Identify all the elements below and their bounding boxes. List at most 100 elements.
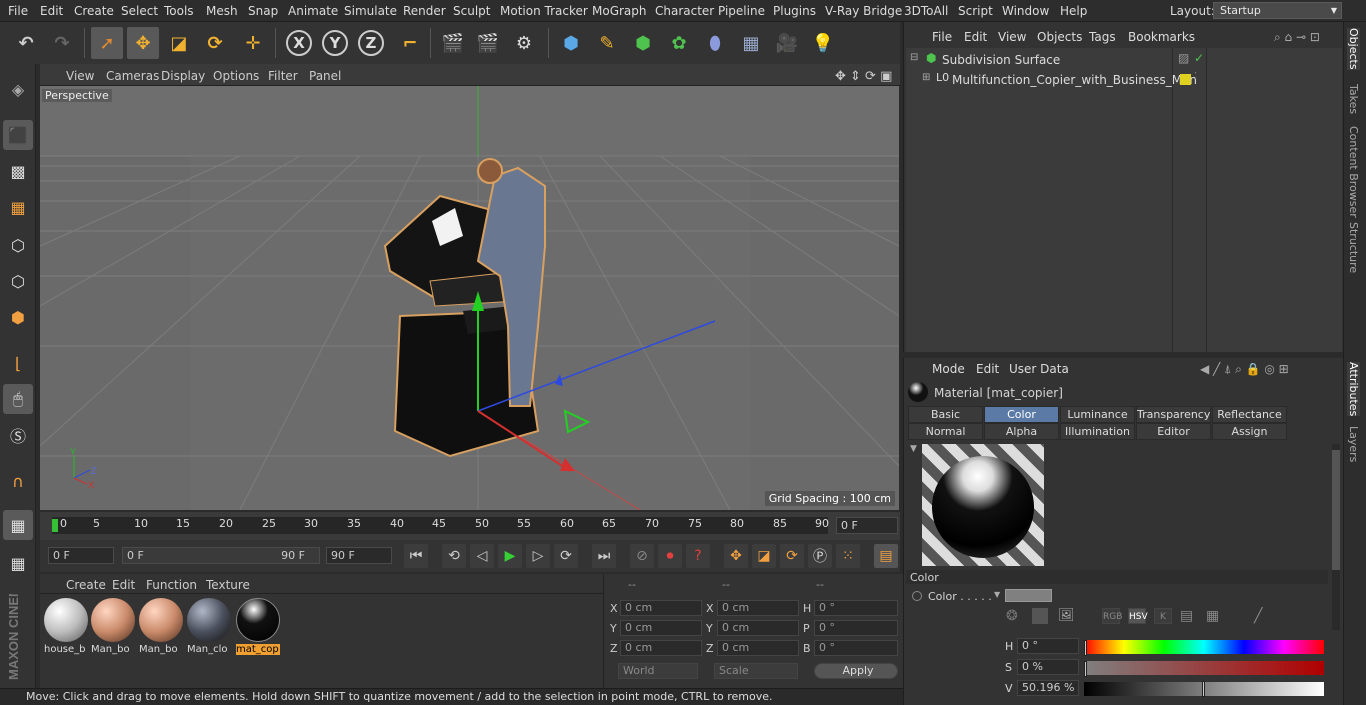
timeline-playhead[interactable] <box>52 519 58 532</box>
material-swatch-selected[interactable]: mat_cop <box>236 598 280 656</box>
tweak-mode-icon[interactable]: 🖱 <box>3 384 33 414</box>
material-menu-edit[interactable]: Edit <box>112 578 135 592</box>
material-swatch[interactable]: Man_bo <box>91 598 135 656</box>
viewport-menu-cameras[interactable]: Cameras <box>106 69 159 83</box>
cube-primitive-icon[interactable]: ⬢ <box>555 27 587 59</box>
rotate-tool-icon[interactable]: ⟳ <box>199 27 231 59</box>
x-axis-lock-button[interactable]: X <box>286 30 312 56</box>
timeline-ruler[interactable]: 0 5 10 15 20 25 30 35 40 45 50 55 60 65 … <box>40 512 900 540</box>
dock-tab-takes[interactable]: Takes <box>1347 84 1360 114</box>
color-mixer-icon[interactable]: ▤ <box>1180 608 1193 624</box>
end-frame-field[interactable]: 90 F <box>326 547 392 564</box>
coordinate-system-icon[interactable]: ⌐ <box>394 27 426 59</box>
dock-tab-objects[interactable]: Objects <box>1347 28 1360 70</box>
key-rotation-icon[interactable]: ⟳ <box>780 544 804 568</box>
undo-icon[interactable]: ↶ <box>10 27 42 59</box>
size-y-field[interactable]: 0 cm <box>717 620 799 636</box>
render-picture-viewer-icon[interactable]: 🎬 <box>472 27 504 59</box>
tab-alpha[interactable]: Alpha <box>984 423 1059 440</box>
color-swatch[interactable] <box>1005 589 1052 602</box>
object-row[interactable]: ⊞ L0 Multifunction_Copier_with_Business_… <box>906 70 1342 90</box>
object-visibility-icon[interactable]: ▨ <box>1178 51 1189 65</box>
tab-transparency[interactable]: Transparency <box>1136 406 1211 423</box>
key-point-level-icon[interactable]: ⁙ <box>836 544 860 568</box>
swatches-icon[interactable]: ▦ <box>1206 608 1219 624</box>
cloner-icon[interactable]: ✿ <box>663 27 695 59</box>
menu-plugins[interactable]: Plugins <box>773 4 816 18</box>
material-menu-create[interactable]: Create <box>66 578 106 592</box>
previous-frame-icon[interactable]: ◁ <box>470 544 494 568</box>
menu-mesh[interactable]: Mesh <box>206 4 238 18</box>
object-menu-bookmarks[interactable]: Bookmarks <box>1128 30 1195 44</box>
snap-icon[interactable]: Ⓢ <box>3 420 33 450</box>
position-x-field[interactable]: 0 cm <box>620 600 702 616</box>
axis-mode-icon[interactable]: ⌊ <box>3 348 33 378</box>
viewport-menu-options[interactable]: Options <box>213 69 259 83</box>
menu-snap[interactable]: Snap <box>248 4 278 18</box>
menu-script[interactable]: Script <box>958 4 993 18</box>
material-preview-large[interactable] <box>922 444 1044 566</box>
rgb-button[interactable]: RGB <box>1102 608 1122 624</box>
saturation-field[interactable]: 0 % <box>1017 659 1079 675</box>
attr-scrollbar[interactable] <box>1332 444 1340 630</box>
hue-slider-knob[interactable] <box>1084 640 1087 656</box>
light-icon[interactable]: 💡 <box>807 27 839 59</box>
layout-dropdown[interactable]: Startup ▼ <box>1213 2 1342 19</box>
key-parameter-icon[interactable]: Ⓟ <box>808 544 832 568</box>
menu-motion-tracker[interactable]: Motion Tracker <box>500 4 588 18</box>
material-swatch[interactable]: Man_clo <box>187 598 231 656</box>
layer-color-swatch[interactable] <box>1180 74 1191 85</box>
rotation-p-field[interactable]: 0 ° <box>814 620 898 636</box>
enabled-check-icon[interactable]: ✓ <box>1194 51 1204 65</box>
eyedropper-icon[interactable]: ╱ <box>1254 608 1262 624</box>
viewport-menu-filter[interactable]: Filter <box>268 69 298 83</box>
timeline-track[interactable]: 0 5 10 15 20 25 30 35 40 45 50 55 60 65 … <box>52 517 829 534</box>
viewport-menu-view[interactable]: View <box>66 69 94 83</box>
tab-assign[interactable]: Assign <box>1212 423 1287 440</box>
attr-menu-mode[interactable]: Mode <box>932 362 965 376</box>
workplane-grid-icon[interactable]: ▦ <box>3 510 33 540</box>
menu-vray-bridge[interactable]: V-Ray Bridge <box>825 4 902 18</box>
viewport-nav-icons[interactable]: ✥ ⇕ ⟳ ▣ <box>835 69 892 84</box>
pen-spline-icon[interactable]: ✎ <box>591 27 623 59</box>
menu-create[interactable]: Create <box>74 4 114 18</box>
timeline-window-icon[interactable]: ▤ <box>874 544 898 568</box>
go-to-start-icon[interactable]: ⏮ <box>404 544 428 568</box>
edges-mode-icon[interactable]: ⬡ <box>3 266 33 296</box>
viewport-menu-display[interactable]: Display <box>161 69 205 83</box>
polygons-mode-icon[interactable]: ⬢ <box>3 302 33 332</box>
autokey-icon[interactable]: ⏺ <box>658 544 682 568</box>
perspective-viewport[interactable]: Y Z X Perspective Grid Spacing : 100 cm <box>40 86 899 510</box>
dock-tab-content-browser[interactable]: Content Browser <box>1347 126 1360 218</box>
keyframe-selection-icon[interactable]: ? <box>686 544 710 568</box>
material-menu-texture[interactable]: Texture <box>206 578 250 592</box>
workplane-icon[interactable]: ▦ <box>3 192 33 222</box>
object-menu-edit[interactable]: Edit <box>964 30 987 44</box>
go-to-end-icon[interactable]: ⏭ <box>592 544 616 568</box>
position-y-field[interactable]: 0 cm <box>620 620 702 636</box>
object-menu-file[interactable]: File <box>932 30 952 44</box>
dock-tab-attributes[interactable]: Attributes <box>1347 362 1360 417</box>
apply-button[interactable]: Apply <box>814 663 898 679</box>
menu-edit[interactable]: Edit <box>40 4 63 18</box>
model-mode-icon[interactable]: ⬛ <box>3 120 33 150</box>
camera-icon[interactable]: 🎥 <box>771 27 803 59</box>
value-slider[interactable] <box>1084 681 1324 697</box>
record-keys-icon[interactable]: ⊘ <box>630 544 654 568</box>
animate-radio-icon[interactable] <box>912 591 922 601</box>
rotation-b-field[interactable]: 0 ° <box>814 640 898 656</box>
tab-illumination[interactable]: Illumination <box>1060 423 1135 440</box>
tree-collapse-icon[interactable]: ⊟ <box>910 52 918 63</box>
make-editable-icon[interactable]: ◈ <box>3 74 33 104</box>
saturation-slider[interactable] <box>1084 661 1324 675</box>
material-swatch[interactable]: Man_bo <box>139 598 183 656</box>
floor-icon[interactable]: ▦ <box>735 27 767 59</box>
position-z-field[interactable]: 0 cm <box>620 640 702 656</box>
menu-help[interactable]: Help <box>1060 4 1087 18</box>
menu-tools[interactable]: Tools <box>164 4 194 18</box>
key-scale-icon[interactable]: ◪ <box>752 544 776 568</box>
hue-slider[interactable] <box>1084 640 1324 654</box>
spectrum-icon[interactable] <box>1032 608 1048 624</box>
scale-tool-icon[interactable]: ◪ <box>163 27 195 59</box>
attr-menu-edit[interactable]: Edit <box>976 362 999 376</box>
